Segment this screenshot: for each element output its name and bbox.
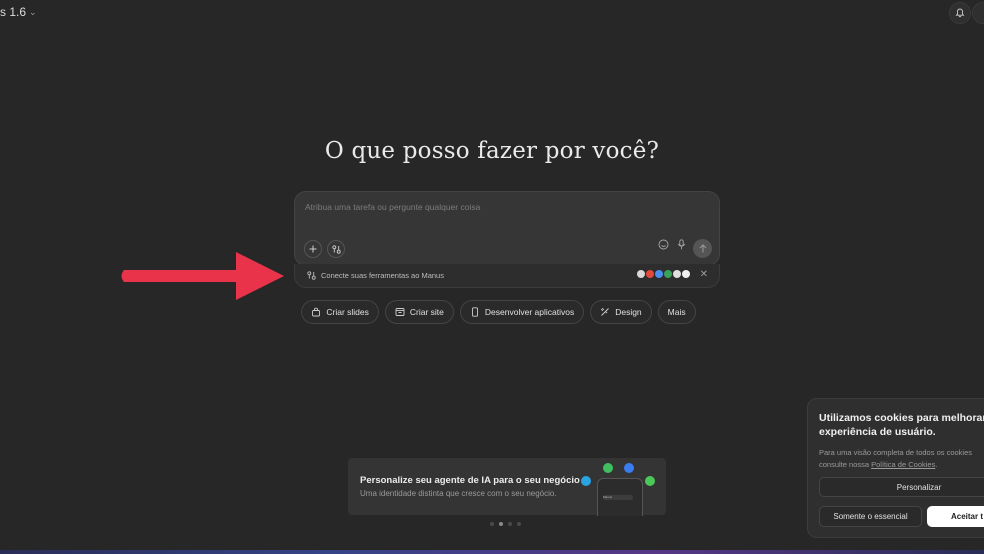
bell-icon [955, 8, 965, 18]
cookie-body-line: Para uma visão completa de todos os cook… [819, 448, 972, 457]
connect-tools-bar[interactable]: Conecte suas ferramentas ao Manus ✕ [294, 264, 720, 288]
send-button[interactable] [693, 239, 712, 258]
connect-tools-label: Conecte suas ferramentas ao Manus [321, 271, 444, 280]
emoji-button[interactable] [658, 237, 669, 255]
connector-icon [307, 271, 316, 280]
tools-icon [331, 244, 341, 254]
cookie-body-prefix: consulte nossa [819, 460, 872, 469]
chip-label: Mais [667, 307, 686, 317]
plus-icon [309, 245, 317, 253]
personalize-button[interactable]: Personalizar [819, 477, 984, 497]
suggestion-chips: Criar slides Criar site Desenvolver apli… [0, 300, 984, 324]
chip-more[interactable]: Mais [657, 300, 696, 324]
messenger-icon [624, 463, 634, 473]
annotation-arrow [121, 252, 284, 300]
chip-develop-apps[interactable]: Desenvolver aplicativos [459, 300, 585, 324]
tools-button[interactable] [327, 240, 345, 258]
close-icon[interactable]: ✕ [700, 269, 708, 280]
chip-label: Desenvolver aplicativos [484, 307, 575, 317]
wechat-icon [603, 463, 613, 473]
github-icon [673, 270, 681, 278]
add-button[interactable] [304, 240, 322, 258]
chip-design[interactable]: Design [590, 300, 652, 324]
phone-mockup: Manus [597, 478, 643, 516]
chip-create-site[interactable]: Criar site [384, 300, 454, 324]
chip-create-slides[interactable]: Criar slides [301, 300, 379, 324]
task-input[interactable]: Atribua uma tarefa ou pergunte qualquer … [305, 202, 480, 212]
cookie-body-suffix: . [935, 460, 938, 469]
bottom-gradient-bar [0, 550, 984, 554]
task-composer[interactable]: Atribua uma tarefa ou pergunte qualquer … [294, 191, 720, 266]
version-selector[interactable]: s 1.6 ⌄ [0, 5, 37, 19]
chrome-icon [637, 270, 645, 278]
carousel-dot[interactable] [490, 522, 494, 526]
chip-label: Criar site [409, 307, 444, 317]
cookie-body-line: consulte nossa Política de Cookies. [819, 459, 972, 471]
notion-icon [682, 270, 690, 278]
cookie-policy-link[interactable]: Política de Cookies [871, 460, 935, 469]
accept-button[interactable]: Aceitar t [927, 506, 984, 527]
telegram-icon [581, 476, 591, 486]
promo-subtitle: Uma identidade distinta que cresce com o… [360, 489, 557, 498]
phone-icon [471, 307, 478, 317]
brush-icon [601, 307, 610, 316]
chip-label: Design [615, 307, 642, 317]
cookie-title-line: experiência de usuário. [819, 426, 936, 438]
page-title: O que posso fazer por você? [324, 138, 660, 164]
drive-icon [664, 270, 672, 278]
whatsapp-icon [645, 476, 655, 486]
promo-card[interactable]: Personalize seu agente de IA para o seu … [348, 458, 666, 516]
essential-only-button[interactable]: Somente o essencial [819, 506, 922, 527]
carousel-dot[interactable] [508, 522, 512, 526]
carousel-indicator[interactable] [490, 522, 521, 526]
carousel-dot-active[interactable] [499, 522, 503, 526]
cookie-title-line: Utilizamos cookies para melhorar s [819, 412, 984, 424]
microphone-icon [677, 239, 686, 250]
gmail-icon [646, 270, 654, 278]
cookie-banner: Utilizamos cookies para melhorar s exper… [807, 398, 984, 538]
cookie-body: Para uma visão completa de todos os cook… [819, 447, 972, 471]
chevron-down-icon: ⌄ [29, 6, 37, 17]
smiley-icon [658, 239, 669, 250]
promo-title: Personalize seu agente de IA para o seu … [360, 475, 580, 486]
tool-logos [637, 270, 690, 278]
browser-window-icon [395, 308, 405, 316]
notifications-button[interactable] [949, 2, 971, 24]
phone-label: Manus [603, 495, 633, 500]
carousel-dot[interactable] [517, 522, 521, 526]
avatar[interactable] [972, 2, 984, 24]
chip-label: Criar slides [326, 307, 369, 317]
calendar-icon [655, 270, 663, 278]
version-label: s 1.6 [0, 5, 27, 19]
presentation-icon [312, 307, 321, 317]
microphone-button[interactable] [677, 237, 686, 255]
cookie-title: Utilizamos cookies para melhorar s exper… [819, 411, 984, 439]
arrow-up-icon [699, 244, 706, 253]
